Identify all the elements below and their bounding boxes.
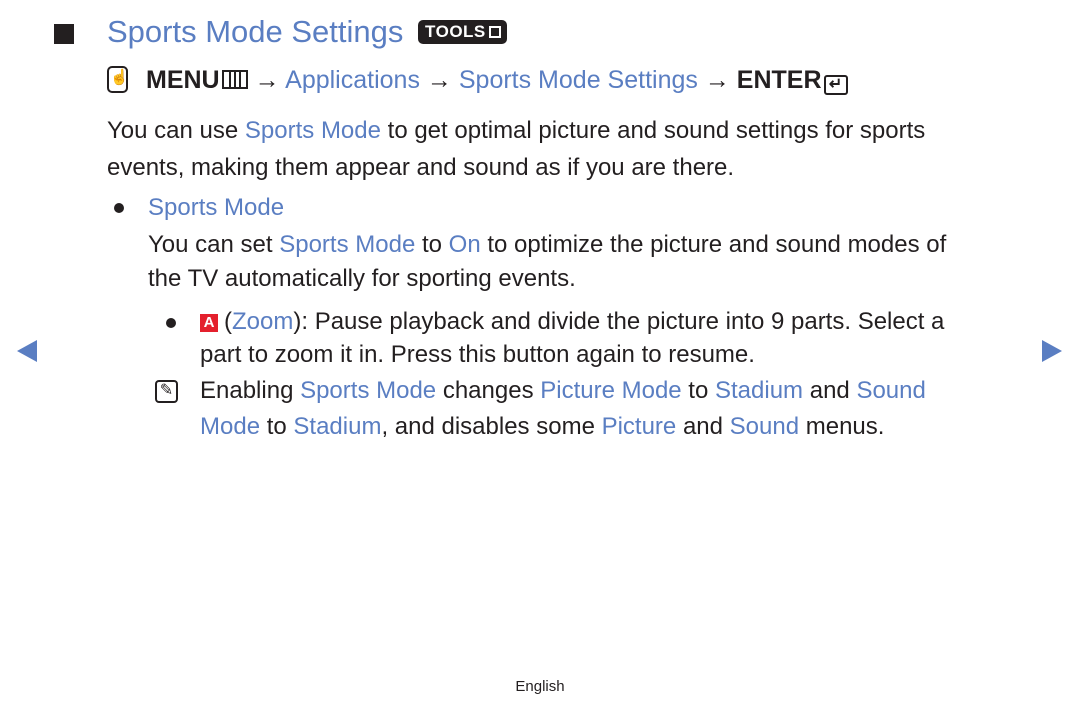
sports-mode-heading: Sports Mode (148, 194, 285, 221)
footer-language: English (515, 678, 565, 695)
text-segment: ): Pause playback and divide the picture… (293, 308, 945, 335)
highlighted-term: Sports Mode (244, 117, 381, 144)
highlighted-term: Picture (601, 413, 677, 440)
intro-line-1: You can use Sports Mode to get optimal p… (107, 112, 925, 149)
enter-icon: ↵ (823, 75, 848, 95)
highlighted-term: Stadium (293, 413, 382, 440)
note-line-1: Enabling Sports Mode changes Picture Mod… (200, 372, 926, 409)
note-icon: ✎ (155, 380, 178, 403)
bullet-icon (166, 318, 176, 328)
touch-hand-icon (107, 66, 129, 93)
text-segment: You can set (148, 231, 280, 258)
text-segment: changes (436, 377, 541, 404)
path-sports-mode-settings[interactable]: Sports Mode Settings (459, 66, 698, 94)
zoom-line-2: part to zoom it in. Press this button ag… (200, 341, 755, 368)
bullet-icon (114, 203, 124, 213)
text-segment: ( (224, 308, 232, 335)
text-segment: Enabling (200, 377, 301, 404)
sports-mode-line-2: the TV automatically for sporting events… (148, 265, 576, 292)
arrow: → (704, 66, 730, 94)
section-square-icon (54, 24, 74, 44)
next-page-arrow-icon[interactable] (1042, 340, 1062, 362)
text-segment: , and disables some (381, 413, 602, 440)
menu-label: MENU (146, 66, 220, 94)
page-title: Sports Mode Settings TOOLS (107, 14, 507, 50)
highlighted-term: Sound (729, 413, 800, 440)
sports-mode-line-1: You can set Sports Mode to On to optimiz… (148, 226, 946, 263)
menu-path: MENU → Applications → Sports Mode Settin… (107, 66, 848, 95)
text-segment: to (415, 231, 449, 258)
a-button-icon: A (200, 314, 218, 332)
highlighted-term: Zoom (232, 308, 294, 335)
zoom-line-1: A (Zoom): Pause playback and divide the p… (200, 303, 944, 340)
text-segment: and (676, 413, 730, 440)
text-segment: You can use (107, 117, 245, 144)
tools-icon (488, 26, 501, 38)
enter-label: ENTER (736, 66, 822, 94)
text-segment: to (681, 377, 715, 404)
highlighted-term: Sound (856, 377, 926, 404)
text-segment: menus. (799, 413, 885, 440)
arrow: → (254, 66, 280, 94)
highlighted-term: Picture Mode (540, 377, 682, 404)
text-segment: to optimize the picture and sound modes … (480, 231, 947, 258)
highlighted-term: On (448, 231, 481, 258)
intro-line-2: events, making them appear and sound as … (107, 154, 735, 181)
tools-label: TOOLS (425, 22, 486, 41)
highlighted-term: Stadium (715, 377, 804, 404)
highlighted-term: Sports Mode (300, 377, 437, 404)
highlighted-term: Mode (200, 413, 261, 440)
previous-page-arrow-icon[interactable] (17, 340, 37, 362)
title-text: Sports Mode Settings (107, 14, 404, 49)
text-segment: and (803, 377, 857, 404)
text-segment: to get optimal picture and sound setting… (380, 117, 926, 144)
text-segment: to (260, 413, 294, 440)
note-line-2: Mode to Stadium, and disables some Pictu… (200, 408, 884, 445)
arrow: → (426, 66, 452, 94)
path-applications[interactable]: Applications (285, 66, 420, 94)
tools-badge: TOOLS (418, 20, 507, 44)
menu-icon (221, 70, 248, 89)
highlighted-term: Sports Mode (279, 231, 416, 258)
